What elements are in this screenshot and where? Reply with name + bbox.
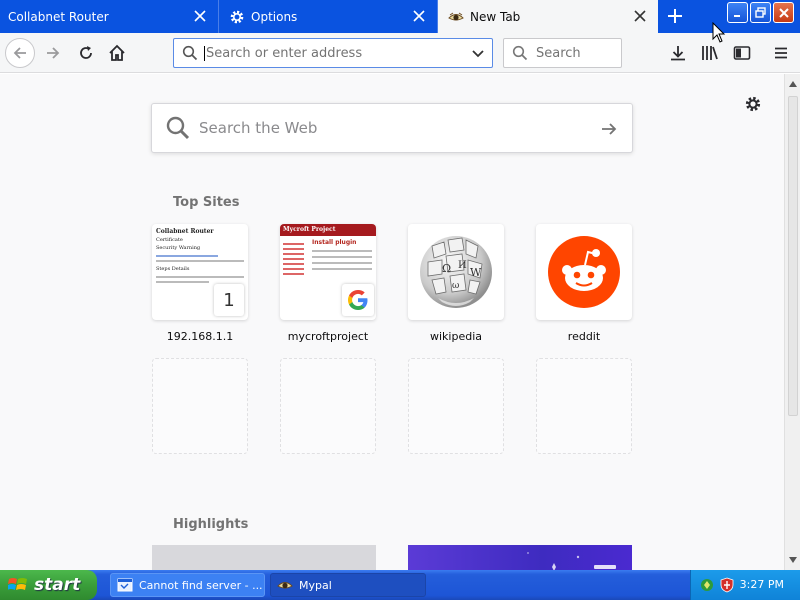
reload-button[interactable] — [71, 38, 101, 68]
search-icon — [512, 45, 528, 61]
vertical-scrollbar[interactable] — [784, 74, 800, 570]
scroll-down-arrow-icon[interactable] — [785, 552, 800, 568]
mouse-cursor-icon — [712, 21, 726, 48]
search-bar[interactable] — [503, 38, 622, 68]
svg-text:Ω: Ω — [442, 262, 451, 275]
task-label: Cannot find server - ... — [139, 578, 263, 592]
top-sites-heading: Top Sites — [173, 195, 240, 210]
window-controls — [727, 2, 794, 23]
top-site-label[interactable]: reddit — [536, 330, 632, 343]
search-input[interactable] — [536, 45, 616, 61]
top-site-tile-wikipedia[interactable]: Ω И W ω — [408, 224, 504, 320]
sidebar-icon[interactable] — [730, 41, 754, 65]
restore-button[interactable] — [750, 2, 771, 23]
gear-icon[interactable] — [744, 95, 762, 117]
window-icon — [117, 577, 133, 593]
network-icon[interactable] — [699, 577, 715, 593]
web-search-box[interactable] — [151, 103, 633, 153]
start-label: start — [34, 575, 81, 595]
top-site-label[interactable]: wikipedia — [408, 330, 504, 343]
forward-button[interactable] — [38, 38, 68, 68]
taskbar: start Cannot find server - ... Mypal 3:2… — [0, 570, 800, 600]
svg-text:И: И — [458, 260, 467, 271]
gear-icon — [229, 9, 245, 25]
tab-bar: Collabnet Router Options New Tab — [0, 0, 800, 33]
top-site-tile-router[interactable]: Collabnet Router Certificate Security Wa… — [152, 224, 248, 320]
close-icon[interactable] — [411, 8, 427, 24]
search-icon — [165, 115, 191, 141]
taskbar-item-mypal[interactable]: Mypal — [270, 573, 426, 597]
highlights-heading: Highlights — [173, 517, 249, 532]
back-button[interactable] — [5, 38, 35, 68]
empty-top-site-slot — [280, 358, 376, 454]
chevron-down-icon[interactable] — [470, 45, 486, 61]
reddit-logo-icon — [548, 236, 620, 308]
scroll-up-arrow-icon[interactable] — [785, 76, 800, 92]
google-logo-icon — [342, 284, 374, 316]
text-cursor — [204, 46, 205, 61]
svg-text:ω: ω — [452, 281, 459, 291]
eye-app-icon — [277, 577, 293, 593]
address-input[interactable] — [206, 45, 456, 61]
taskbar-item-ie[interactable]: Cannot find server - ... — [110, 573, 265, 597]
empty-top-site-slot — [536, 358, 632, 454]
clock: 3:27 PM — [739, 578, 784, 591]
close-icon[interactable] — [632, 8, 648, 24]
tab-label: Collabnet Router — [8, 9, 109, 24]
tab-options[interactable]: Options — [219, 0, 438, 33]
new-tab-page: Top Sites Collabnet Router Certificate S… — [0, 74, 784, 570]
navigation-toolbar — [0, 33, 800, 73]
tile-badge: 1 — [214, 284, 244, 316]
eye-favicon-icon — [448, 9, 464, 25]
tab-collabnet-router[interactable]: Collabnet Router — [0, 0, 219, 33]
system-tray: 3:27 PM — [690, 570, 800, 600]
highlight-thumbnail — [527, 552, 616, 570]
scrollbar-thumb[interactable] — [788, 96, 798, 416]
page-thumbnail: Collabnet Router Certificate Security Wa… — [152, 224, 248, 290]
tab-label: Options — [251, 9, 298, 24]
task-label: Mypal — [299, 578, 332, 592]
search-icon — [182, 45, 198, 61]
close-icon[interactable] — [192, 8, 208, 24]
highlight-card[interactable] — [152, 545, 376, 570]
top-site-tile-reddit[interactable] — [536, 224, 632, 320]
home-button[interactable] — [102, 38, 132, 68]
security-shield-icon[interactable] — [719, 577, 735, 593]
start-button[interactable]: start — [0, 570, 97, 600]
top-site-label[interactable]: 192.168.1.1 — [152, 330, 248, 343]
svg-text:W: W — [470, 266, 482, 279]
new-tab-button[interactable] — [664, 5, 686, 27]
tab-new-tab[interactable]: New Tab — [438, 0, 658, 33]
empty-top-site-slot — [408, 358, 504, 454]
download-icon[interactable] — [666, 41, 690, 65]
top-site-tile-mycroftproject[interactable]: Mycroft Project Install plugin — [280, 224, 376, 320]
tab-label: New Tab — [470, 9, 521, 24]
web-search-input[interactable] — [199, 119, 579, 137]
menu-icon[interactable] — [769, 41, 793, 65]
empty-top-site-slot — [152, 358, 248, 454]
minimize-button[interactable] — [727, 2, 748, 23]
top-site-label[interactable]: mycroftproject — [280, 330, 376, 343]
page-thumbnail-header: Mycroft Project — [280, 224, 376, 236]
arrow-right-icon[interactable] — [600, 120, 618, 138]
highlight-card[interactable] — [408, 545, 632, 570]
windows-logo-icon — [8, 576, 28, 594]
close-window-button[interactable] — [773, 2, 794, 23]
wikipedia-globe-icon: Ω И W ω — [420, 236, 492, 308]
address-bar[interactable] — [173, 38, 493, 68]
